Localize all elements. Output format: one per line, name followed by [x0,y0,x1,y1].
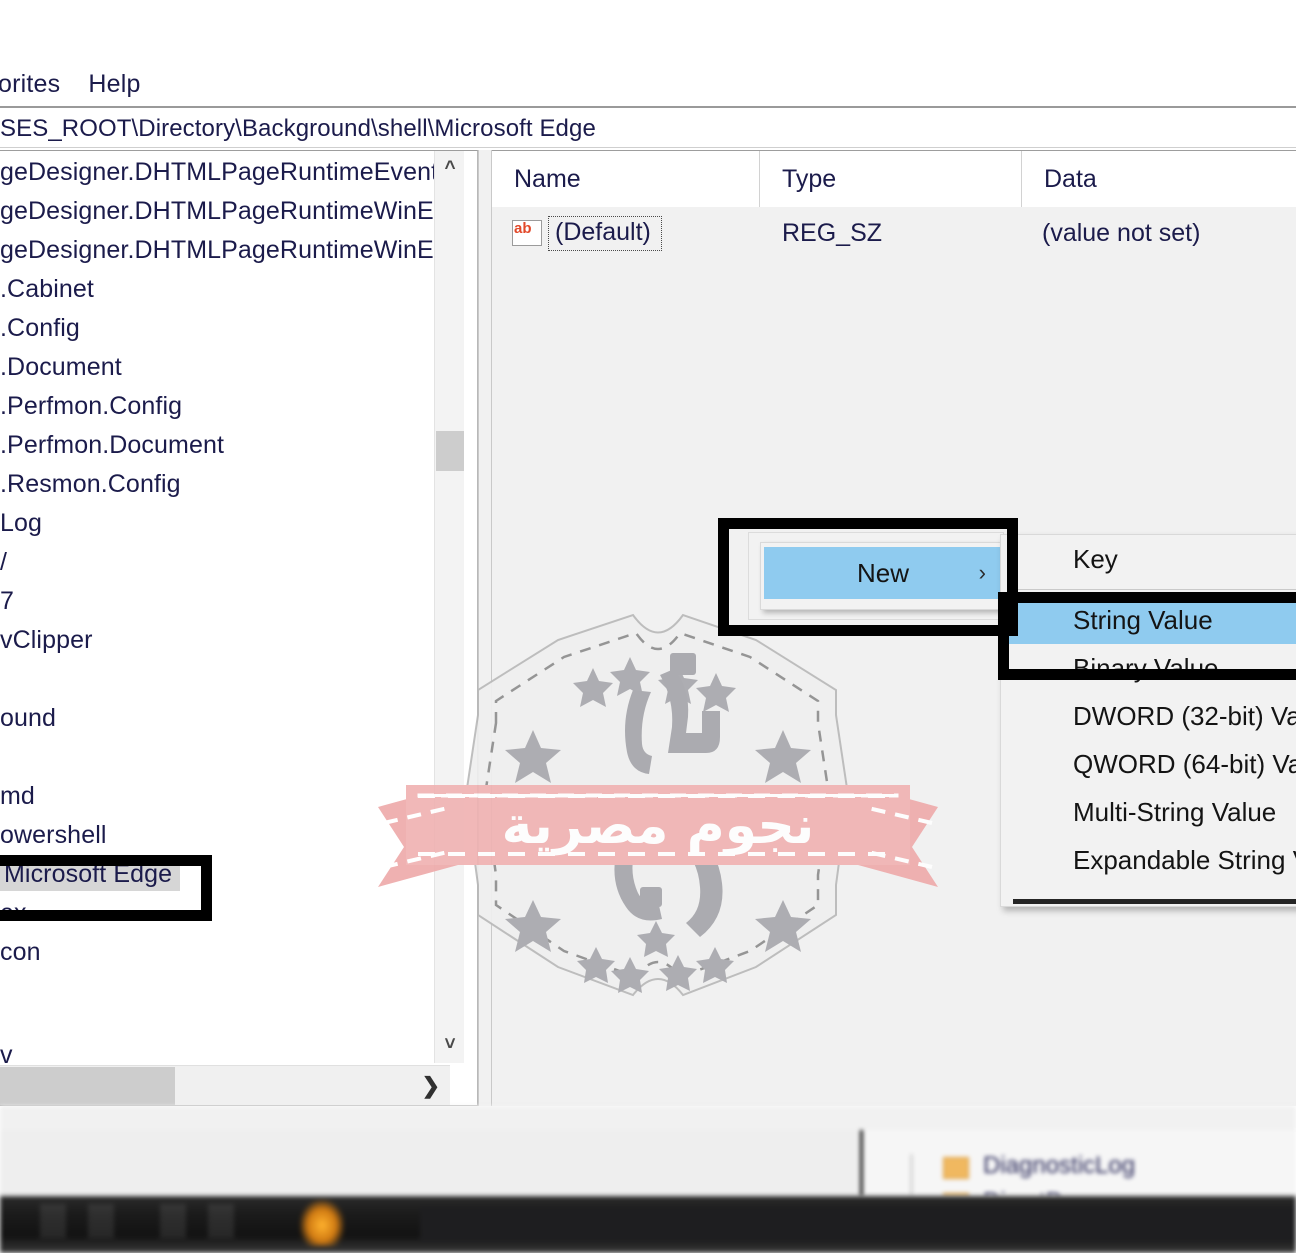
menu-item-favorites[interactable]: orites [0,70,74,99]
new-submenu[interactable]: Key String Value Binary Value DWORD (32-… [1000,534,1296,907]
column-header-type[interactable]: Type [760,151,1022,207]
address-bar[interactable]: SES_ROOT\Directory\Background\shell\Micr… [0,110,1296,148]
registry-path-text: SES_ROOT\Directory\Background\shell\Micr… [0,114,596,142]
tree-item[interactable]: geDesigner.DHTMLPageRuntimeWinEv [0,231,446,270]
taskbar-tick [160,1204,186,1238]
table-row[interactable]: (Default) REG_SZ (value not set) [492,207,1296,259]
taskbar-tick [40,1204,66,1238]
tree-item[interactable]: Log [0,504,42,543]
taskbar-blurred [0,1196,1296,1253]
tree-item-label: owershell [0,821,107,849]
tree-item-label: / [0,548,8,576]
tree-hscroll-thumb[interactable] [0,1067,175,1105]
background-tree-list: DiagnosticLog DirectDraw [860,1130,1296,1196]
tree-item-label: md [0,782,35,810]
tree-item-label: geDesigner.DHTMLPageRuntimeWinEv [0,236,447,264]
submenu-separator [1013,589,1296,590]
tree-item-label: vClipper [0,626,93,654]
column-header-data[interactable]: Data [1022,151,1296,207]
tree-item-label: Log [0,509,43,537]
submenu-item-expandable-string-value[interactable]: Expandable String Value [1001,836,1296,884]
submenu-item-multi-string-value[interactable]: Multi-String Value [1001,788,1296,836]
submenu-item-key[interactable]: Key [1001,535,1296,583]
submenu-item-qword-value[interactable]: QWORD (64-bit) Value [1001,740,1296,788]
values-column-header: Name Type Data [492,151,1296,207]
submenu-bottom-bar [1013,899,1296,904]
tree-item-label: ound [0,704,57,732]
tree-item[interactable]: geDesigner.DHTMLPageRuntimeEvent.1 [0,153,459,192]
tree-item-label: geDesigner.DHTMLPageRuntimeEvent.1 [0,158,460,186]
tree-vscroll-thumb[interactable] [436,431,464,471]
ab-string-icon [512,218,542,246]
tree-item-label: geDesigner.DHTMLPageRuntimeWinEv [0,197,447,225]
tree-item[interactable]: .Cabinet [0,270,94,309]
annotation-box-string-value [998,592,1296,680]
tree-horizontal-scrollbar[interactable]: ❯ [0,1065,450,1105]
taskbar-panel [420,1206,1296,1242]
tree-item[interactable]: / [0,543,7,582]
tree-item[interactable]: 7 [0,582,14,621]
registry-editor-window: orites Help SES_ROOT\Directory\Backgroun… [0,0,1296,1253]
tree-item[interactable]: .Resmon.Config [0,465,181,504]
background-window: DiagnosticLog DirectDraw [0,1106,1296,1196]
tree-item-label: .Perfmon.Document [0,431,225,459]
menu-item-help[interactable]: Help [74,70,154,99]
flame-icon [300,1200,344,1246]
tree-item-label: .Cabinet [0,275,94,303]
tree-line [911,1154,912,1196]
tree-item-label: con [0,938,41,966]
taskbar-tick [88,1204,114,1238]
tree-item-label: 7 [0,587,15,615]
tree-item[interactable]: .Perfmon.Document [0,426,224,465]
tree-item[interactable]: .Config [0,309,80,348]
tree-item[interactable]: .Perfmon.Config [0,387,182,426]
scroll-right-icon[interactable]: ❯ [422,1066,440,1105]
tree-item[interactable]: owershell [0,816,107,855]
tree-item[interactable]: .Document [0,348,122,387]
column-header-name[interactable]: Name [492,151,760,207]
tree-item[interactable]: con [0,933,41,972]
menu-bar: orites Help [0,62,1296,108]
value-name-cell[interactable]: (Default) [492,215,760,251]
tree-item[interactable]: geDesigner.DHTMLPageRuntimeWinEv [0,192,446,231]
registry-tree-pane[interactable]: geDesigner.DHTMLPageRuntimeEvent.1 geDesi… [0,150,478,1106]
tree-item[interactable]: md [0,777,35,816]
value-data-cell: (value not set) [1042,218,1201,247]
annotation-box-new [718,518,1018,636]
tree-item-label: .Resmon.Config [0,470,181,498]
background-tree-item-diagnosticlog: DiagnosticLog [983,1152,1136,1179]
tree-vertical-scrollbar[interactable]: ^ ˅ [434,151,464,1063]
tree-item-label: .Document [0,353,122,381]
registry-tree-list[interactable]: geDesigner.DHTMLPageRuntimeEvent.1 geDesi… [0,151,459,1069]
value-name-text: (Default) [548,215,662,251]
tree-item-label: .Config [0,314,80,342]
background-tree-item-directdraw: DirectDraw [983,1188,1102,1196]
folder-icon [943,1157,969,1179]
taskbar-tick [208,1204,234,1238]
pane-splitter[interactable] [478,150,492,1106]
value-type-cell: REG_SZ [782,218,883,247]
tree-item-label: .Perfmon.Config [0,392,183,420]
submenu-item-dword-value[interactable]: DWORD (32-bit) Value [1001,692,1296,740]
scroll-up-icon[interactable]: ^ [435,153,465,185]
background-window-strip [0,1106,1296,1130]
annotation-box-microsoft-edge [0,855,212,921]
tree-item[interactable]: vClipper [0,621,93,660]
tree-item[interactable]: ound [0,699,56,738]
scroll-down-icon[interactable]: ˅ [435,1029,465,1061]
